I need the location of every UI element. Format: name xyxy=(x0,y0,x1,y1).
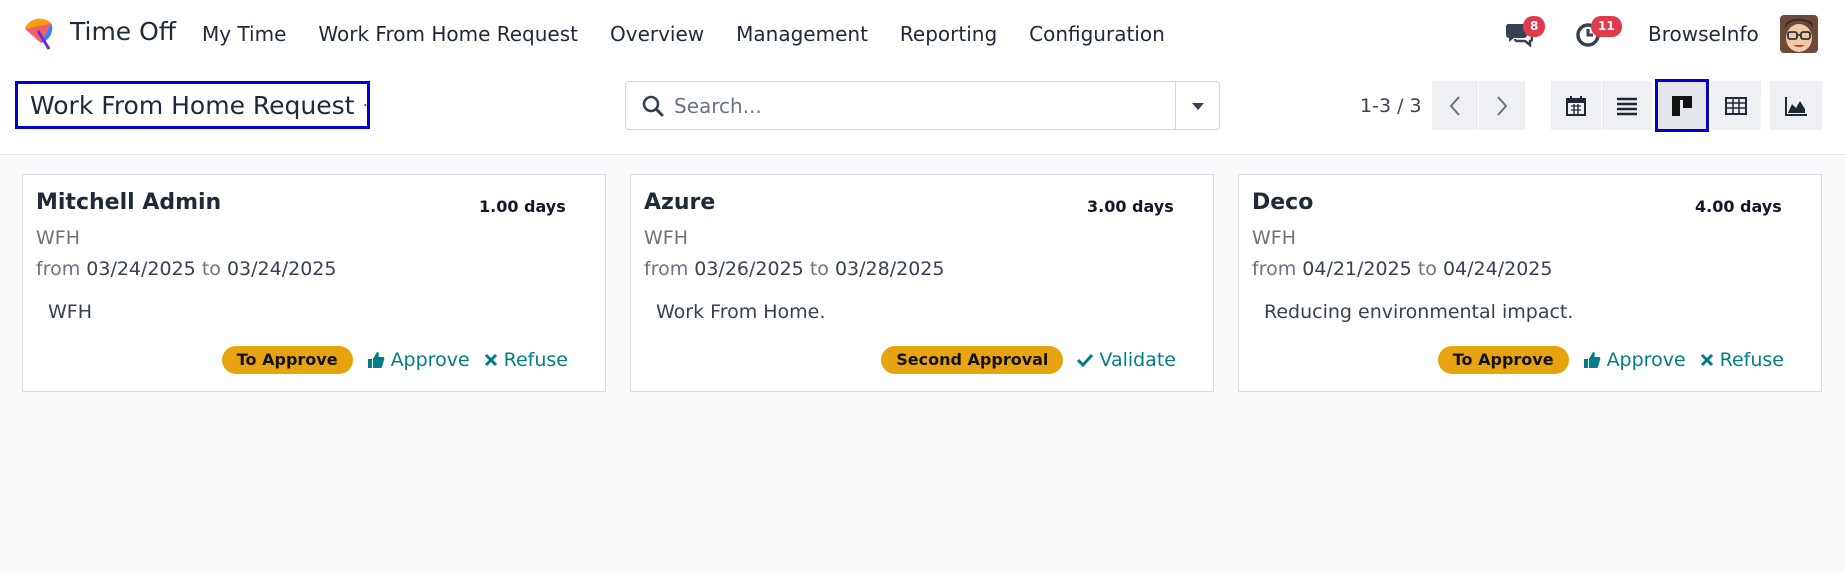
chevron-left-icon xyxy=(1449,95,1460,116)
gear-icon[interactable] xyxy=(364,95,367,115)
duration: 1.00 days xyxy=(479,197,566,216)
status-badge: To Approve xyxy=(221,346,353,374)
menu-item-management[interactable]: Management xyxy=(736,22,868,46)
date-range: from 03/26/2025 to 03/28/2025 xyxy=(644,258,945,280)
view-graph-button[interactable] xyxy=(1770,81,1822,130)
employee-name: Mitchell Admin xyxy=(36,190,222,215)
refuse-button[interactable]: Refuse xyxy=(484,349,568,371)
top-navbar: Time Off My Time Work From Home Request … xyxy=(0,0,1845,68)
date-from: 04/21/2025 xyxy=(1302,258,1412,280)
breadcrumb: Work From Home Request xyxy=(15,81,370,129)
close-icon xyxy=(1700,353,1713,367)
kanban-card[interactable]: Azure 3.00 days WFH from 03/26/2025 to 0… xyxy=(630,174,1214,392)
leave-type: WFH xyxy=(644,227,689,249)
search-bar xyxy=(625,81,1220,130)
main-menu: My Time Work From Home Request Overview … xyxy=(202,22,1197,46)
view-pivot-button[interactable] xyxy=(1711,81,1761,130)
refuse-button[interactable]: Refuse xyxy=(1700,349,1784,371)
status-badge: To Approve xyxy=(1437,346,1569,374)
description: WFH xyxy=(48,301,93,323)
menu-item-my-time[interactable]: My Time xyxy=(202,22,286,46)
view-list-button[interactable] xyxy=(1602,81,1652,130)
messages-badge: 8 xyxy=(1523,16,1546,37)
leave-type: WFH xyxy=(1252,227,1297,249)
pivot-icon xyxy=(1725,96,1747,115)
leave-type: WFH xyxy=(36,227,81,249)
pager-previous-button[interactable] xyxy=(1432,81,1478,130)
close-icon xyxy=(484,353,497,367)
date-range: from 04/21/2025 to 04/24/2025 xyxy=(1252,258,1553,280)
kanban-card[interactable]: Mitchell Admin 1.00 days WFH from 03/24/… xyxy=(22,174,606,392)
area-chart-icon xyxy=(1785,96,1807,116)
approve-button[interactable]: Approve xyxy=(367,349,470,371)
search-icon xyxy=(642,95,664,117)
date-from: 03/24/2025 xyxy=(86,258,196,280)
date-to: 03/24/2025 xyxy=(226,258,337,280)
card-actions: To Approve Approve Refuse xyxy=(221,346,568,374)
page-title: Work From Home Request xyxy=(30,90,355,120)
app-logo-icon[interactable] xyxy=(21,15,57,51)
thumbs-up-icon xyxy=(367,352,384,368)
view-calendar-button[interactable] xyxy=(1551,81,1601,130)
card-actions: Second Approval Validate xyxy=(881,346,1176,374)
chevron-right-icon xyxy=(1497,95,1508,116)
calendar-icon xyxy=(1566,95,1586,116)
search-input[interactable] xyxy=(674,91,1154,121)
caret-down-icon xyxy=(1191,102,1204,110)
company-switcher[interactable]: BrowseInfo xyxy=(1648,22,1759,46)
thumbs-up-icon xyxy=(1583,352,1600,368)
pager-next-button[interactable] xyxy=(1479,81,1525,130)
menu-item-overview[interactable]: Overview xyxy=(610,22,704,46)
status-badge: Second Approval xyxy=(881,346,1064,374)
date-from: 03/26/2025 xyxy=(694,258,804,280)
duration: 3.00 days xyxy=(1087,197,1174,216)
menu-item-wfh-request[interactable]: Work From Home Request xyxy=(318,22,578,46)
date-range: from 03/24/2025 to 03/24/2025 xyxy=(36,258,337,280)
menu-item-reporting[interactable]: Reporting xyxy=(900,22,997,46)
employee-name: Azure xyxy=(644,190,716,215)
view-kanban-button[interactable] xyxy=(1655,79,1709,132)
description: Reducing environmental impact. xyxy=(1264,301,1574,323)
employee-name: Deco xyxy=(1252,190,1314,215)
search-options-toggle[interactable] xyxy=(1175,82,1219,129)
card-actions: To Approve Approve Refuse xyxy=(1437,346,1784,374)
menu-item-configuration[interactable]: Configuration xyxy=(1029,22,1165,46)
approve-button[interactable]: Approve xyxy=(1583,349,1686,371)
control-panel: Work From Home Request 1-3 / 3 xyxy=(0,68,1845,155)
date-to: 04/24/2025 xyxy=(1442,258,1553,280)
check-icon xyxy=(1077,353,1094,367)
activities-badge: 11 xyxy=(1591,16,1622,37)
kanban-icon xyxy=(1672,95,1692,116)
duration: 4.00 days xyxy=(1695,197,1782,216)
list-icon xyxy=(1617,97,1637,115)
pager-value[interactable]: 1-3 / 3 xyxy=(1360,95,1422,117)
user-avatar[interactable] xyxy=(1780,15,1818,53)
kanban-card[interactable]: Deco 4.00 days WFH from 04/21/2025 to 04… xyxy=(1238,174,1822,392)
description: Work From Home. xyxy=(656,301,826,323)
date-to: 03/28/2025 xyxy=(834,258,945,280)
app-name[interactable]: Time Off xyxy=(70,17,176,46)
validate-button[interactable]: Validate xyxy=(1077,349,1176,371)
